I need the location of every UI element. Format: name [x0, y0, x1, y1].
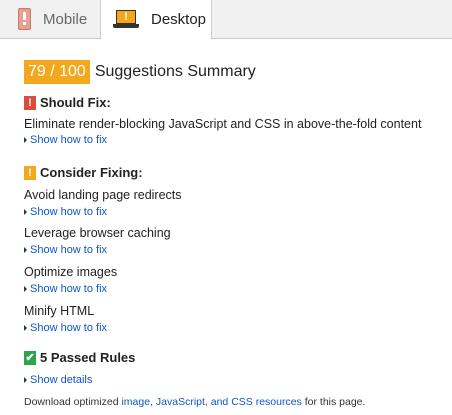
show-how-to-fix-label: Show how to fix [30, 244, 108, 256]
consider-item-label: Leverage browser caching [24, 226, 171, 240]
show-how-to-fix-link[interactable]: Show how to fix [24, 244, 107, 256]
show-how-to-fix-link[interactable]: Show how to fix [24, 134, 107, 146]
caret-right-icon [24, 209, 27, 215]
tab-desktop[interactable]: ! Desktop [100, 0, 212, 39]
show-how-to-fix-label: Show how to fix [30, 283, 108, 295]
warning-icon: ! [24, 95, 36, 110]
score-row: 79 / 100 Suggestions Summary [24, 60, 256, 84]
caret-right-icon [24, 377, 27, 383]
checkmark-icon: ✔ [24, 350, 36, 365]
download-suffix: for this page. [301, 396, 366, 408]
phone-icon [18, 8, 31, 30]
passed-rules-heading-label: 5 Passed Rules [40, 350, 136, 365]
show-details-link[interactable]: Show details [24, 374, 92, 386]
show-how-to-fix-label: Show how to fix [30, 322, 108, 334]
passed-rules-heading: ✔ 5 Passed Rules [24, 350, 135, 365]
tab-bar: Mobile ! Desktop [0, 0, 452, 39]
consider-item-label: Avoid landing page redirects [24, 188, 182, 202]
show-how-to-fix-label: Show how to fix [30, 206, 108, 218]
caret-right-icon [24, 325, 27, 331]
show-how-to-fix-link[interactable]: Show how to fix [24, 206, 107, 218]
laptop-icon: ! [113, 9, 139, 30]
score-badge: 79 / 100 [24, 60, 90, 84]
show-how-to-fix-label: Show how to fix [30, 134, 108, 146]
show-how-to-fix-link[interactable]: Show how to fix [24, 322, 107, 334]
download-note: Download optimized image, JavaScript, an… [24, 396, 365, 408]
tab-mobile[interactable]: Mobile [0, 0, 100, 38]
should-fix-heading-label: Should Fix: [40, 95, 111, 110]
tab-desktop-label: Desktop [151, 11, 207, 28]
score-title: Suggestions Summary [94, 63, 256, 80]
caret-right-icon [24, 137, 27, 143]
consider-fixing-heading-label: Consider Fixing: [40, 165, 143, 180]
warning-icon: ! [24, 165, 36, 180]
download-prefix: Download optimized [24, 396, 122, 408]
consider-fixing-heading: ! Consider Fixing: [24, 165, 143, 180]
show-how-to-fix-link[interactable]: Show how to fix [24, 283, 107, 295]
should-fix-item-label: Eliminate render-blocking JavaScript and… [24, 117, 422, 131]
consider-item-label: Optimize images [24, 265, 118, 279]
tab-mobile-label: Mobile [43, 10, 88, 28]
show-details-label: Show details [30, 374, 93, 386]
download-resources-link[interactable]: image, JavaScript, and CSS resources [121, 396, 301, 408]
caret-right-icon [24, 247, 27, 253]
caret-right-icon [24, 286, 27, 292]
consider-item-label: Minify HTML [24, 304, 95, 318]
should-fix-heading: ! Should Fix: [24, 95, 111, 110]
